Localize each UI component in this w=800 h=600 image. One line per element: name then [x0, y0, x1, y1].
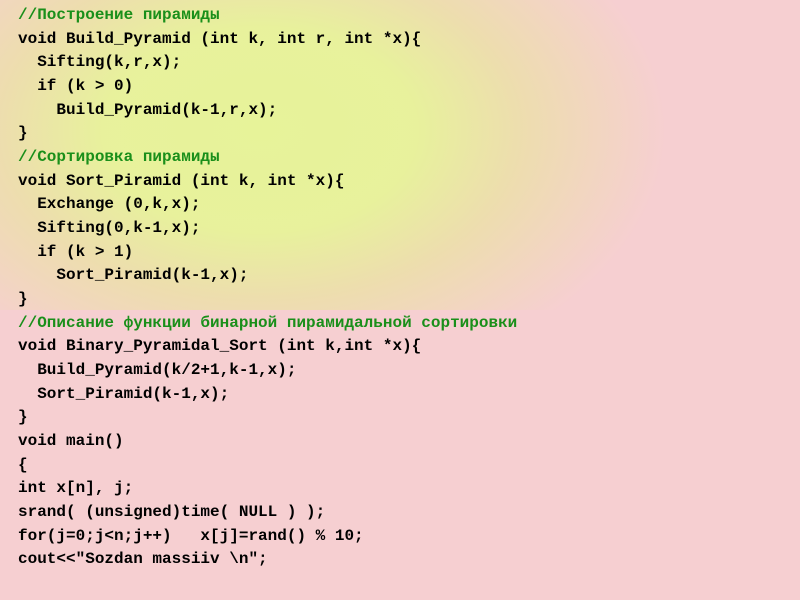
comment-line: //Описание функции бинарной пирамидально…	[18, 314, 517, 332]
code-line: }	[18, 124, 28, 142]
code-line: Sifting(k,r,x);	[18, 53, 181, 71]
code-line: Sort_Piramid(k-1,x);	[18, 266, 248, 284]
comment-line: //Сортировка пирамиды	[18, 148, 220, 166]
code-line: void Binary_Pyramidal_Sort (int k,int *x…	[18, 337, 421, 355]
code-line: if (k > 0)	[18, 77, 133, 95]
code-line: void Sort_Piramid (int k, int *x){	[18, 172, 344, 190]
code-line: for(j=0;j<n;j++) x[j]=rand() % 10;	[18, 527, 364, 545]
code-line: {	[18, 456, 28, 474]
code-line: }	[18, 290, 28, 308]
code-line: Exchange (0,k,x);	[18, 195, 200, 213]
comment-line: //Построение пирамиды	[18, 6, 220, 24]
code-line: srand( (unsigned)time( NULL ) );	[18, 503, 325, 521]
code-line: Build_Pyramid(k/2+1,k-1,x);	[18, 361, 296, 379]
code-line: void Build_Pyramid (int k, int r, int *x…	[18, 30, 421, 48]
code-line: Sifting(0,k-1,x);	[18, 219, 200, 237]
code-line: int x[n], j;	[18, 479, 133, 497]
code-line: }	[18, 408, 28, 426]
code-line: Build_Pyramid(k-1,r,x);	[18, 101, 277, 119]
code-line: cout<<"Sozdan massiiv \n";	[18, 550, 268, 568]
code-line: void main()	[18, 432, 124, 450]
code-line: Sort_Piramid(k-1,x);	[18, 385, 229, 403]
code-block: //Построение пирамиды void Build_Pyramid…	[0, 0, 800, 572]
code-line: if (k > 1)	[18, 243, 133, 261]
